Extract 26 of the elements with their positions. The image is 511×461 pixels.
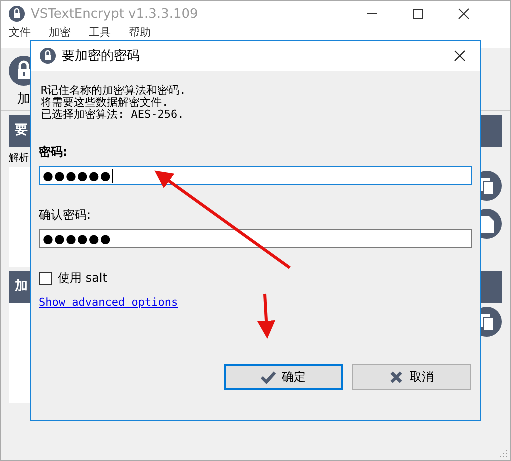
close-icon[interactable] [454,50,466,62]
dialog-title: 要加密的密码 [62,48,141,65]
maximize-icon[interactable] [412,8,424,20]
menu-item[interactable]: 工具 [89,27,111,39]
menu-item[interactable]: 帮助 [129,27,151,39]
info-text: R记住名称的加密算法和密码. [41,85,188,97]
checkbox[interactable] [39,272,52,285]
cancel-button[interactable]: 取消 [352,364,471,390]
password-field[interactable]: ●●●●●● [39,229,472,248]
menu-item[interactable]: 文件 [9,27,31,39]
padlock-icon [9,6,25,22]
section-label: 解析 [9,152,29,166]
checkbox-label: 使用 salt [58,270,108,287]
window-title: VSTextEncrypt v1.3.3.109 [31,6,200,22]
annotation-arrow [258,294,276,339]
close-icon[interactable] [458,8,470,20]
ok-button[interactable]: 确定 [224,364,343,390]
password-field[interactable]: ●●●●●● [39,166,472,185]
resize-grip-icon[interactable] [499,449,508,458]
cross-icon [389,370,404,384]
menu-item[interactable]: 加密 [49,27,71,39]
toolbar-label: 加 [18,91,30,108]
checkmark-icon [261,370,276,384]
field-label: 密码: [39,144,69,161]
field-label: 确认密码: [39,207,92,224]
info-text: 将需要这些数据解密文件. [41,97,170,109]
